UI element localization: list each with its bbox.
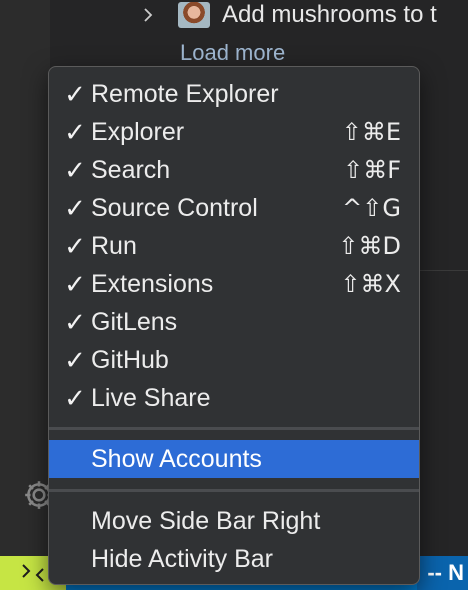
avatar — [178, 2, 210, 28]
menu-item-live-share[interactable]: ✓ Live Share — [49, 379, 419, 417]
menu-item-label: Live Share — [91, 383, 211, 412]
activity-bar-context-menu: ✓ Remote Explorer ✓ Explorer ⇧⌘E ✓ Searc… — [48, 66, 420, 585]
commit-tree-item[interactable]: Add mushrooms to t — [140, 0, 437, 30]
checkmark-icon: ✓ — [64, 268, 86, 299]
checkmark-icon: ✓ — [64, 306, 86, 337]
menu-item-remote-explorer[interactable]: ✓ Remote Explorer — [49, 75, 419, 113]
menu-item-run[interactable]: ✓ Run ⇧⌘D — [49, 227, 419, 265]
menu-item-source-control[interactable]: ✓ Source Control ^⇧G — [49, 189, 419, 227]
menu-item-label: GitLens — [91, 307, 178, 336]
menu-item-label: GitHub — [91, 345, 169, 374]
menu-item-shortcut: ⇧⌘F — [343, 156, 401, 184]
menu-item-label: Show Accounts — [91, 444, 262, 473]
checkmark-icon: ✓ — [64, 230, 86, 261]
commit-message: Add mushrooms to t — [222, 1, 437, 28]
menu-item-github[interactable]: ✓ GitHub — [49, 341, 419, 379]
menu-item-label: Remote Explorer — [91, 79, 279, 108]
menu-item-extensions[interactable]: ✓ Extensions ⇧⌘X — [49, 265, 419, 303]
menu-item-show-accounts[interactable]: Show Accounts — [49, 440, 419, 478]
checkmark-icon: ✓ — [64, 116, 86, 147]
remote-icon — [22, 564, 44, 582]
menu-item-shortcut: ^⇧G — [342, 194, 401, 222]
activity-bar — [0, 0, 50, 556]
checkmark-icon: ✓ — [64, 78, 86, 109]
checkmark-icon: ✓ — [64, 192, 86, 223]
menu-item-label: Move Side Bar Right — [91, 506, 321, 535]
load-more-link[interactable]: Load more — [180, 40, 285, 66]
screen: Add mushrooms to t Load more -- N ✓ Remo… — [0, 0, 468, 590]
menu-separator — [49, 427, 419, 430]
menu-item-label: Search — [91, 155, 171, 184]
menu-item-move-side-bar-right[interactable]: Move Side Bar Right — [49, 502, 419, 540]
checkmark-icon: ✓ — [64, 344, 86, 375]
checkmark-icon: ✓ — [64, 382, 86, 413]
menu-item-label: Source Control — [91, 193, 258, 222]
menu-item-gitlens[interactable]: ✓ GitLens — [49, 303, 419, 341]
menu-item-shortcut: ⇧⌘X — [340, 270, 401, 298]
chevron-right-icon — [144, 8, 153, 22]
menu-item-shortcut: ⇧⌘E — [341, 118, 401, 146]
menu-item-label: Explorer — [91, 117, 185, 146]
vim-mode-indicator[interactable]: -- N — [417, 556, 468, 590]
side-bar-divider — [418, 270, 468, 271]
menu-item-explorer[interactable]: ✓ Explorer ⇧⌘E — [49, 113, 419, 151]
menu-item-label: Hide Activity Bar — [91, 544, 274, 573]
menu-separator — [49, 489, 419, 492]
menu-item-shortcut: ⇧⌘D — [338, 232, 401, 260]
menu-item-label: Run — [91, 231, 137, 260]
menu-item-label: Extensions — [91, 269, 214, 298]
menu-item-hide-activity-bar[interactable]: Hide Activity Bar — [49, 540, 419, 578]
checkmark-icon: ✓ — [64, 154, 86, 185]
menu-item-search[interactable]: ✓ Search ⇧⌘F — [49, 151, 419, 189]
